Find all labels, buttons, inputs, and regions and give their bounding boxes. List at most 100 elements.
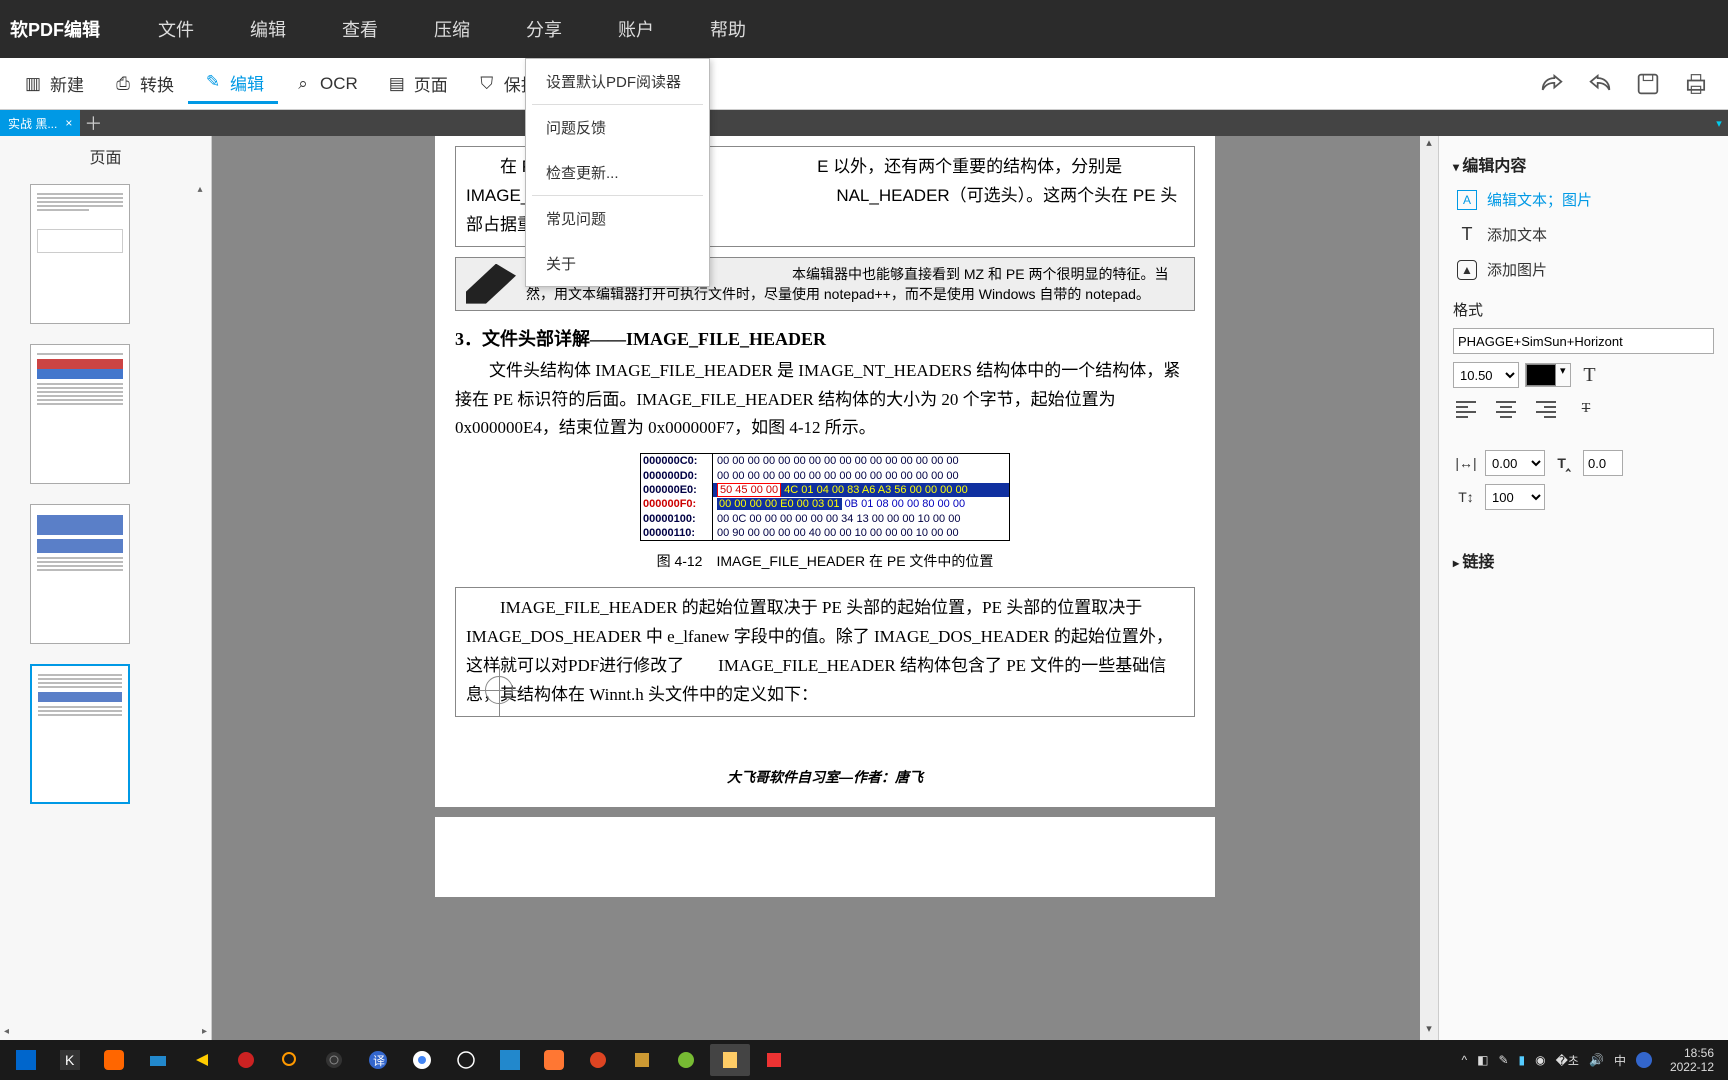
thumbs-hscroll[interactable]: ◂▸: [0, 1026, 211, 1040]
tb-ocr[interactable]: ⌕OCR: [278, 67, 372, 101]
undo-icon[interactable]: [1586, 70, 1614, 98]
redo-icon[interactable]: [1538, 70, 1566, 98]
tray-icon[interactable]: ▮: [1519, 1053, 1526, 1067]
taskbar-app-icon[interactable]: [578, 1044, 618, 1076]
taskbar-app-icon[interactable]: [666, 1044, 706, 1076]
text-t-icon: T: [1457, 225, 1477, 245]
windows-taskbar: K 译 ^ ◧ ✎ ▮ ◉ �초 🔊 中 18:56 2022-12: [0, 1040, 1728, 1080]
workspace: 页面 ▴ ◂▸ 在 PE 头中，除了IMAGE_NT_SIGNATURE 以外，…: [0, 136, 1728, 1040]
scroll-down-icon[interactable]: ▾: [1420, 1022, 1438, 1040]
line-height-input[interactable]: 100: [1485, 484, 1545, 510]
tray-icon[interactable]: [1636, 1052, 1652, 1068]
tray-icon[interactable]: ✎: [1498, 1053, 1508, 1067]
tray-ime[interactable]: 中: [1614, 1052, 1626, 1069]
doc-scrollbar[interactable]: ▴ ▾: [1420, 136, 1438, 1040]
tray-camera-icon[interactable]: ◉: [1535, 1053, 1545, 1067]
dd-faq[interactable]: 常见问题: [526, 196, 709, 241]
print-icon[interactable]: [1682, 70, 1710, 98]
taskbar-clock[interactable]: 18:56 2022-12: [1662, 1046, 1722, 1075]
font-color-swatch[interactable]: [1526, 364, 1556, 386]
taskbar-app-icon[interactable]: 译: [358, 1044, 398, 1076]
dd-feedback[interactable]: 问题反馈: [526, 105, 709, 150]
close-icon[interactable]: ×: [65, 116, 72, 130]
tabstrip-menu-icon[interactable]: ▾: [1710, 117, 1728, 130]
tb-new[interactable]: ▥新建: [8, 65, 98, 102]
font-family-select[interactable]: [1453, 328, 1714, 354]
tray-wifi-icon[interactable]: �초: [1556, 1052, 1579, 1069]
menu-file[interactable]: 文件: [130, 16, 222, 42]
page-thumbnail[interactable]: [30, 504, 130, 644]
taskbar-app-icon[interactable]: [314, 1044, 354, 1076]
pdf-page[interactable]: [435, 817, 1215, 897]
scroll-left-icon[interactable]: ◂: [4, 1026, 9, 1040]
taskbar-app-icon[interactable]: [710, 1044, 750, 1076]
align-left-button[interactable]: [1453, 396, 1479, 422]
char-spacing-input[interactable]: 0.00: [1485, 450, 1545, 476]
svg-text:译: 译: [373, 1054, 385, 1068]
taskbar-app-icon[interactable]: [490, 1044, 530, 1076]
page-thumbnail[interactable]: [30, 664, 130, 804]
tb-page[interactable]: ▤页面: [372, 65, 462, 102]
shield-icon: ⛉: [476, 73, 498, 95]
page-thumbnail[interactable]: [30, 344, 130, 484]
taskbar-app-icon[interactable]: [622, 1044, 662, 1076]
menu-help[interactable]: 帮助: [682, 16, 774, 42]
paragraph: IMAGE_FILE_HEADER 的起始位置取决于 PE 头部的起始位置，PE…: [466, 594, 1184, 710]
taskbar-app-icon[interactable]: K: [50, 1044, 90, 1076]
tray-icon[interactable]: ◧: [1477, 1053, 1488, 1067]
thumbs-scrollbar[interactable]: ▴: [193, 184, 207, 384]
tb-edit[interactable]: ✎编辑: [188, 64, 278, 104]
tb-convert[interactable]: ⎙转换: [98, 65, 188, 102]
pen-icon: [466, 264, 516, 304]
page-thumbnail[interactable]: [30, 184, 130, 324]
document-viewport[interactable]: 在 PE 头中，除了IMAGE_NT_SIGNATURE 以外，还有两个重要的结…: [212, 136, 1438, 1040]
taskbar-chrome-icon[interactable]: [402, 1044, 442, 1076]
taskbar-app-icon[interactable]: [534, 1044, 574, 1076]
chevron-down-icon[interactable]: ▾: [1556, 364, 1570, 386]
add-text-button[interactable]: T添加文本: [1453, 217, 1714, 252]
align-right-button[interactable]: [1533, 396, 1559, 422]
char-scale-icon: T‸: [1551, 450, 1577, 476]
menu-edit[interactable]: 编辑: [222, 16, 314, 42]
menu-compress[interactable]: 压缩: [406, 16, 498, 42]
taskbar-app-icon[interactable]: [138, 1044, 178, 1076]
text-a-icon: A: [1457, 190, 1477, 210]
char-spacing-icon: |↔|: [1453, 450, 1479, 476]
align-center-button[interactable]: [1493, 396, 1519, 422]
edit-text-image-button[interactable]: A编辑文本；图片: [1453, 182, 1714, 217]
tray-volume-icon[interactable]: 🔊: [1589, 1053, 1604, 1067]
thumbnails-panel: 页面 ▴ ◂▸: [0, 136, 212, 1040]
document-tab[interactable]: 实战 黑... ×: [0, 110, 80, 136]
dd-check-update[interactable]: 检查更新...: [526, 150, 709, 195]
ocr-icon: ⌕: [292, 73, 314, 95]
add-image-button[interactable]: ▲添加图片: [1453, 252, 1714, 287]
menu-view[interactable]: 查看: [314, 16, 406, 42]
scroll-right-icon[interactable]: ▸: [202, 1026, 207, 1040]
add-tab-button[interactable]: ＋: [80, 110, 106, 136]
tray-chevron-icon[interactable]: ^: [1461, 1053, 1467, 1067]
scroll-up-icon[interactable]: ▴: [1420, 136, 1438, 154]
taskbar-app-icon[interactable]: [226, 1044, 266, 1076]
char-scale-input[interactable]: [1583, 450, 1623, 476]
properties-panel: 编辑内容 A编辑文本；图片 T添加文本 ▲添加图片 格式 10.50 ▾ T T…: [1438, 136, 1728, 1040]
help-dropdown: 设置默认PDF阅读器 问题反馈 检查更新... 常见问题 关于: [525, 58, 710, 287]
taskbar-app-icon[interactable]: [270, 1044, 310, 1076]
dd-default-reader[interactable]: 设置默认PDF阅读器: [526, 59, 709, 104]
save-icon[interactable]: [1634, 70, 1662, 98]
section-edit-content[interactable]: 编辑内容: [1453, 146, 1714, 182]
menu-account[interactable]: 账户: [590, 16, 682, 42]
font-size-select[interactable]: 10.50: [1453, 362, 1519, 388]
menu-bar: 软PDF编辑 文件 编辑 查看 压缩 分享 账户 帮助: [0, 0, 1728, 58]
scroll-up-icon[interactable]: ▴: [193, 184, 207, 198]
section-link[interactable]: 链接: [1453, 542, 1714, 578]
paragraph: 文件头结构体 IMAGE_FILE_HEADER 是 IMAGE_NT_HEAD…: [455, 357, 1195, 444]
dd-about[interactable]: 关于: [526, 241, 709, 286]
menu-share[interactable]: 分享: [498, 16, 590, 42]
taskbar-app-icon[interactable]: [6, 1044, 46, 1076]
taskbar-app-icon[interactable]: [182, 1044, 222, 1076]
taskbar-app-icon[interactable]: [94, 1044, 134, 1076]
strikethrough-icon[interactable]: T: [1573, 396, 1599, 422]
bold-icon[interactable]: T: [1577, 362, 1603, 388]
taskbar-app-icon[interactable]: [754, 1044, 794, 1076]
taskbar-app-icon[interactable]: [446, 1044, 486, 1076]
